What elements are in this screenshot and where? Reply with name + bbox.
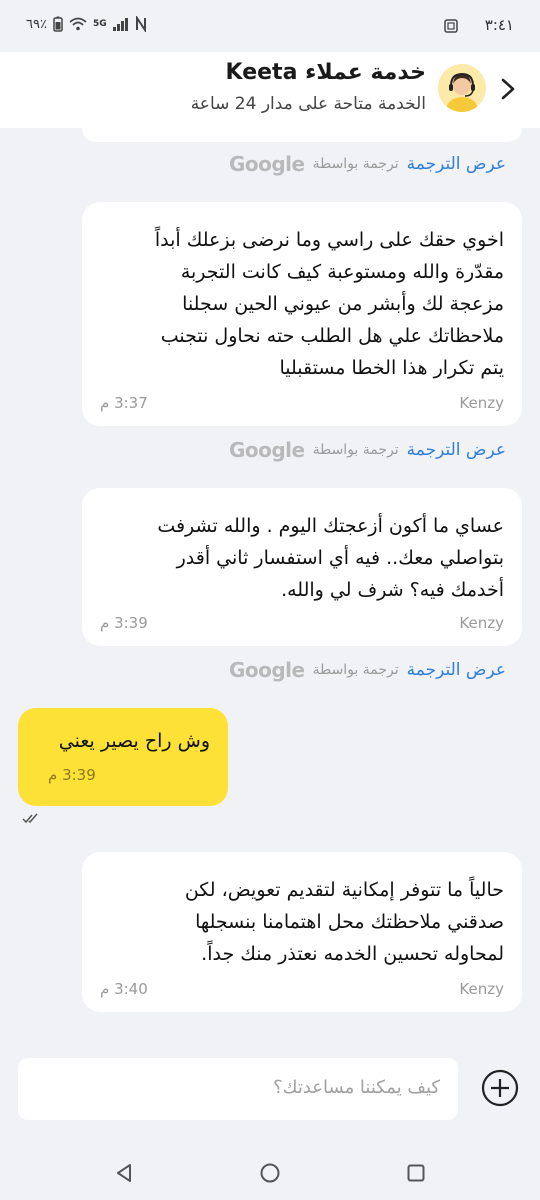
status-bar: ٦٩٪ 5G ٣:٤١ [0, 0, 540, 52]
agent-message-bubble: اخوي حقك على راسي وما نرضى بزعلك أبداً م… [82, 202, 522, 426]
message-sender: Kenzy [459, 614, 504, 632]
message-time: 3:40 م [100, 980, 148, 998]
translated-by-label: ترجمة بواسطة [312, 662, 399, 678]
battery-level: ٦٩٪ [26, 16, 47, 32]
translation-row: عرض الترجمة ترجمة بواسطة Google [229, 150, 506, 178]
translation-row: عرض الترجمة ترجمة بواسطة Google [229, 656, 506, 684]
clock: ٣:٤١ [484, 16, 514, 34]
message-meta: 3:37 م Kenzy [100, 394, 504, 412]
home-circle-icon[interactable] [259, 1162, 281, 1184]
screenshot-icon [444, 19, 458, 33]
add-attachment-plus-icon[interactable] [480, 1068, 520, 1108]
user-message-bubble: وش راح يصير يعني 3:39 م [18, 708, 228, 806]
chevron-right-icon[interactable] [494, 74, 524, 104]
message-text: اخوي حقك على راسي وما نرضى بزعلك أبداً م… [154, 229, 504, 379]
system-navigation-bar [0, 1146, 540, 1200]
message-sender: Kenzy [459, 394, 504, 412]
network-type: 5G [92, 19, 107, 29]
wifi-icon [69, 17, 87, 31]
chat-subtitle: الخدمة متاحة على مدار 24 ساعة [190, 94, 426, 114]
message-text: عساي ما أكون أزعجتك اليوم . والله تشرفت … [157, 515, 504, 601]
google-logo: Google [228, 658, 305, 682]
message-meta: 3:39 م Kenzy [100, 614, 504, 632]
message-text: حالياً ما تتوفر إمكانية لتقديم تعويض، لك… [184, 879, 504, 965]
agent-message-bubble: عساي ما أكون أزعجتك اليوم . والله تشرفت … [82, 488, 522, 646]
previous-message-bubble [82, 128, 522, 142]
back-triangle-icon[interactable] [114, 1162, 134, 1184]
message-input[interactable] [38, 1076, 442, 1099]
signal-icon [112, 18, 128, 31]
google-logo: Google [228, 438, 305, 462]
message-input-box[interactable] [18, 1058, 458, 1120]
nfc-icon [135, 16, 146, 32]
message-time: 3:39 م [48, 766, 96, 784]
message-meta: 3:40 م Kenzy [100, 980, 504, 998]
double-check-icon [22, 813, 38, 824]
translated-by-label: ترجمة بواسطة [312, 156, 399, 172]
message-time: 3:37 م [100, 394, 148, 412]
translated-by-label: ترجمة بواسطة [312, 442, 399, 458]
view-translation-link[interactable]: عرض الترجمة [407, 154, 506, 174]
support-agent-avatar [438, 64, 486, 112]
message-sender: Kenzy [459, 980, 504, 998]
view-translation-link[interactable]: عرض الترجمة [407, 660, 506, 680]
chat-header: خدمة عملاء Keeta الخدمة متاحة على مدار 2… [0, 52, 540, 128]
chat-title: خدمة عملاء Keeta [225, 60, 426, 85]
message-time: 3:39 م [100, 614, 148, 632]
recents-square-icon[interactable] [406, 1163, 426, 1183]
message-text: وش راح يصير يعني [58, 730, 210, 752]
agent-headset-icon [438, 64, 486, 112]
agent-message-bubble: حالياً ما تتوفر إمكانية لتقديم تعويض، لك… [82, 852, 522, 1012]
google-logo: Google [228, 152, 305, 176]
translation-row: عرض الترجمة ترجمة بواسطة Google [229, 436, 506, 464]
status-icons: ٦٩٪ 5G [26, 16, 147, 32]
view-translation-link[interactable]: عرض الترجمة [407, 440, 506, 460]
battery-icon [53, 16, 63, 32]
